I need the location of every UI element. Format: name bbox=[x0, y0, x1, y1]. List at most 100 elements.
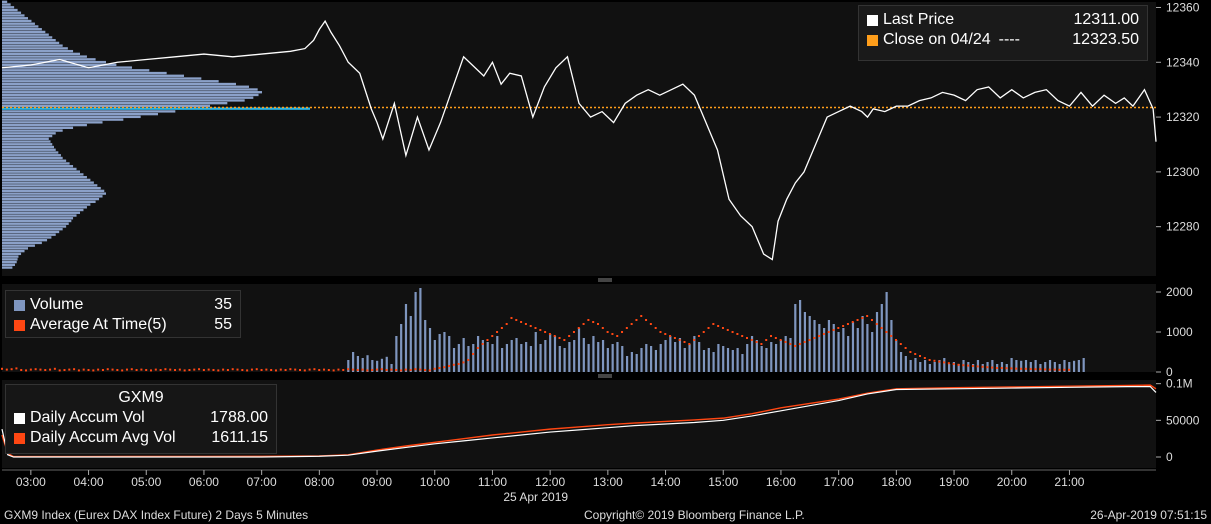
volume-bar bbox=[678, 338, 682, 372]
avg-time-dot bbox=[625, 327, 628, 329]
volume-bar bbox=[890, 320, 893, 372]
avg-time-dot bbox=[870, 319, 873, 321]
avg-time-dot bbox=[174, 369, 177, 371]
avg-time-dot bbox=[1005, 367, 1008, 370]
profile-bar bbox=[2, 260, 17, 264]
profile-bar bbox=[2, 159, 67, 162]
avg-time-dot bbox=[260, 369, 263, 371]
volume-bar bbox=[765, 348, 768, 372]
volume-bar bbox=[866, 324, 869, 372]
volume-bar bbox=[683, 348, 686, 372]
avg-time-dot bbox=[976, 365, 979, 368]
profile-bar bbox=[2, 30, 46, 34]
volume-bar bbox=[847, 336, 850, 372]
avg-time-dot bbox=[25, 369, 28, 372]
profile-bar bbox=[2, 6, 15, 9]
profile-bar bbox=[2, 19, 32, 23]
avg-time-dot bbox=[962, 364, 965, 367]
avg-time-dot bbox=[308, 368, 311, 371]
profile-bar bbox=[2, 0, 8, 3]
avg-time-dot bbox=[217, 369, 220, 372]
avg-time-dot bbox=[284, 369, 287, 371]
avg-time-dot bbox=[226, 369, 229, 371]
profile-bar bbox=[2, 69, 150, 72]
avg-time-dot bbox=[1048, 368, 1051, 371]
x-tick-label: 17:00 bbox=[824, 475, 854, 489]
volume-bar bbox=[625, 356, 629, 372]
avg-time-dot bbox=[770, 335, 773, 337]
volume-bar bbox=[452, 348, 456, 372]
avg-time-dot bbox=[510, 317, 513, 319]
avg-time-dot bbox=[524, 323, 527, 325]
avg-time-dot bbox=[476, 347, 479, 349]
avg-time-dot bbox=[544, 331, 547, 333]
volume-bar bbox=[395, 336, 398, 372]
avg-time-dot bbox=[178, 368, 181, 371]
avg-time-dot bbox=[188, 369, 191, 371]
volume-bar bbox=[722, 346, 725, 372]
avg-time-dot bbox=[298, 369, 301, 371]
profile-bar bbox=[2, 17, 28, 20]
avg-time-dot bbox=[1010, 367, 1013, 370]
avg-time-dot bbox=[606, 331, 609, 333]
volume-label: Volume bbox=[30, 296, 84, 313]
last-price-label: Last Price bbox=[883, 11, 955, 28]
avg-time-dot bbox=[750, 339, 753, 341]
avg-time-dot bbox=[318, 369, 321, 371]
volume-bar bbox=[664, 340, 667, 372]
avg-time-dot bbox=[39, 368, 42, 371]
profile-bar bbox=[2, 44, 63, 47]
avg-time-dot bbox=[390, 368, 393, 371]
volume-bar bbox=[553, 336, 557, 372]
avg-time-label: Average At Time(5) bbox=[30, 316, 167, 333]
avg-time-dot bbox=[15, 367, 18, 370]
avg-time-dot bbox=[832, 329, 835, 331]
profile-bar bbox=[2, 189, 105, 193]
volume-bar bbox=[539, 344, 542, 372]
avg-time-dot bbox=[236, 368, 239, 371]
volume-bar bbox=[770, 342, 773, 372]
profile-bar bbox=[2, 36, 53, 39]
x-tick-label: 05:00 bbox=[131, 475, 161, 489]
profile-bar bbox=[2, 219, 72, 223]
avg-time-dot bbox=[183, 369, 186, 372]
volume-bar bbox=[606, 348, 609, 372]
avg-time-dot bbox=[539, 329, 542, 331]
avg-time-dot bbox=[149, 369, 152, 372]
avg-time-dot bbox=[414, 368, 417, 371]
volume-bar bbox=[832, 324, 835, 372]
avg-time-dot bbox=[548, 333, 551, 335]
avg-time-dot bbox=[332, 369, 335, 372]
avg-time-dot bbox=[361, 368, 364, 371]
profile-bar bbox=[2, 121, 103, 124]
avg-time-dot bbox=[1063, 368, 1066, 371]
profile-bar bbox=[2, 77, 202, 80]
avg-time-dot bbox=[443, 366, 446, 369]
avg-time-dot bbox=[596, 323, 599, 325]
avg-time-dot bbox=[68, 368, 71, 371]
volume-bar bbox=[774, 344, 778, 372]
avg-time-dot bbox=[707, 327, 710, 329]
volume-bar bbox=[726, 348, 730, 372]
avg-time-dot bbox=[957, 363, 960, 366]
avg-time-dot bbox=[890, 335, 893, 337]
avg-time-dot bbox=[1053, 368, 1056, 371]
profile-bar bbox=[2, 129, 63, 132]
avg-time-dot bbox=[986, 366, 989, 369]
avg-time-dot bbox=[842, 325, 845, 327]
volume-bar bbox=[698, 342, 701, 372]
volume-bar bbox=[577, 328, 581, 372]
profile-bar bbox=[2, 28, 42, 31]
avg-time-dot bbox=[347, 368, 350, 371]
profile-bar bbox=[2, 55, 87, 58]
profile-bar bbox=[2, 241, 42, 245]
volume-bar bbox=[871, 332, 874, 372]
avg-time-dot bbox=[731, 331, 734, 333]
avg-time-dot bbox=[1068, 368, 1071, 371]
accum-ticker: GXM9 bbox=[118, 389, 164, 406]
volume-bar bbox=[693, 336, 696, 372]
volume-bar bbox=[491, 344, 494, 372]
profile-bar bbox=[2, 249, 25, 253]
profile-bar bbox=[2, 38, 56, 42]
x-tick-label: 13:00 bbox=[593, 475, 623, 489]
